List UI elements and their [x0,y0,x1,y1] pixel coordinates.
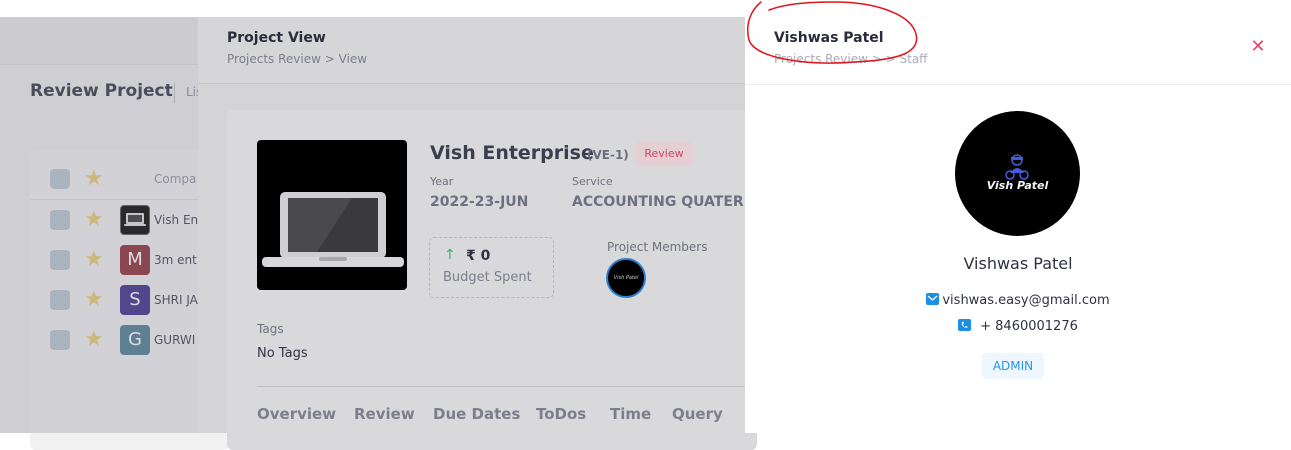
member-avatar[interactable]: Vish Patel [606,258,646,298]
rider-icon [1005,154,1029,180]
drawer-title: Vishwas Patel [774,30,884,46]
tags-label: Tags [257,322,284,336]
profile-avatar-text: Vish Patel [986,179,1049,192]
service-label: Service [572,175,613,188]
tab-overview[interactable]: Overview [257,405,336,423]
backdrop-overlay[interactable] [0,17,198,433]
tab-query[interactable]: Query [672,405,723,423]
member-avatar-text: Vish Patel [613,275,639,281]
members-label: Project Members [607,240,708,254]
tab-review[interactable]: Review [354,405,415,423]
phone-icon [958,319,972,331]
staff-drawer: Vishwas Patel Projects Review > > Staff … [745,0,1291,433]
year-value: 2022-23-JUN [430,194,529,210]
profile-phone-row: + 8460001276 [745,319,1291,334]
tags-value: No Tags [257,346,308,361]
budget-value: ₹ 0 [466,248,491,264]
year-label: Year [430,175,454,188]
tab-time[interactable]: Time [610,405,651,423]
role-badge: ADMIN [982,353,1044,379]
project-code: (VE-1) [587,148,629,162]
profile-email-row: vishwas.easy@gmail.com [745,293,1291,308]
status-badge: Review [635,142,693,166]
tabs-divider [257,386,757,387]
drawer-header: Vishwas Patel Projects Review > > Staff … [745,0,1291,85]
tab-due-dates[interactable]: Due Dates [433,405,520,423]
arrow-up-icon: ↑ [444,247,456,263]
tab-todos[interactable]: ToDos [536,405,586,423]
panel-title: Project View [227,30,326,46]
envelope-icon [926,293,940,305]
profile-email[interactable]: vishwas.easy@gmail.com [942,293,1109,308]
profile-phone[interactable]: + 8460001276 [980,319,1078,334]
breadcrumb[interactable]: Projects Review > View [227,52,367,66]
budget-label: Budget Spent [443,270,532,285]
profile-avatar: Vish Patel [955,111,1080,236]
profile-name: Vishwas Patel [963,254,1073,273]
close-icon[interactable]: ✕ [1249,38,1267,56]
project-view-header: Project View Projects Review > View [198,17,745,84]
project-image [257,140,407,290]
service-value: ACCOUNTING QUATERLY [572,194,761,210]
project-name: Vish Enterprise [430,142,594,164]
drawer-breadcrumb[interactable]: Projects Review > > Staff [774,52,927,66]
laptop-icon [262,192,404,267]
project-view-panel: Project View Projects Review > View Vish… [198,17,761,450]
